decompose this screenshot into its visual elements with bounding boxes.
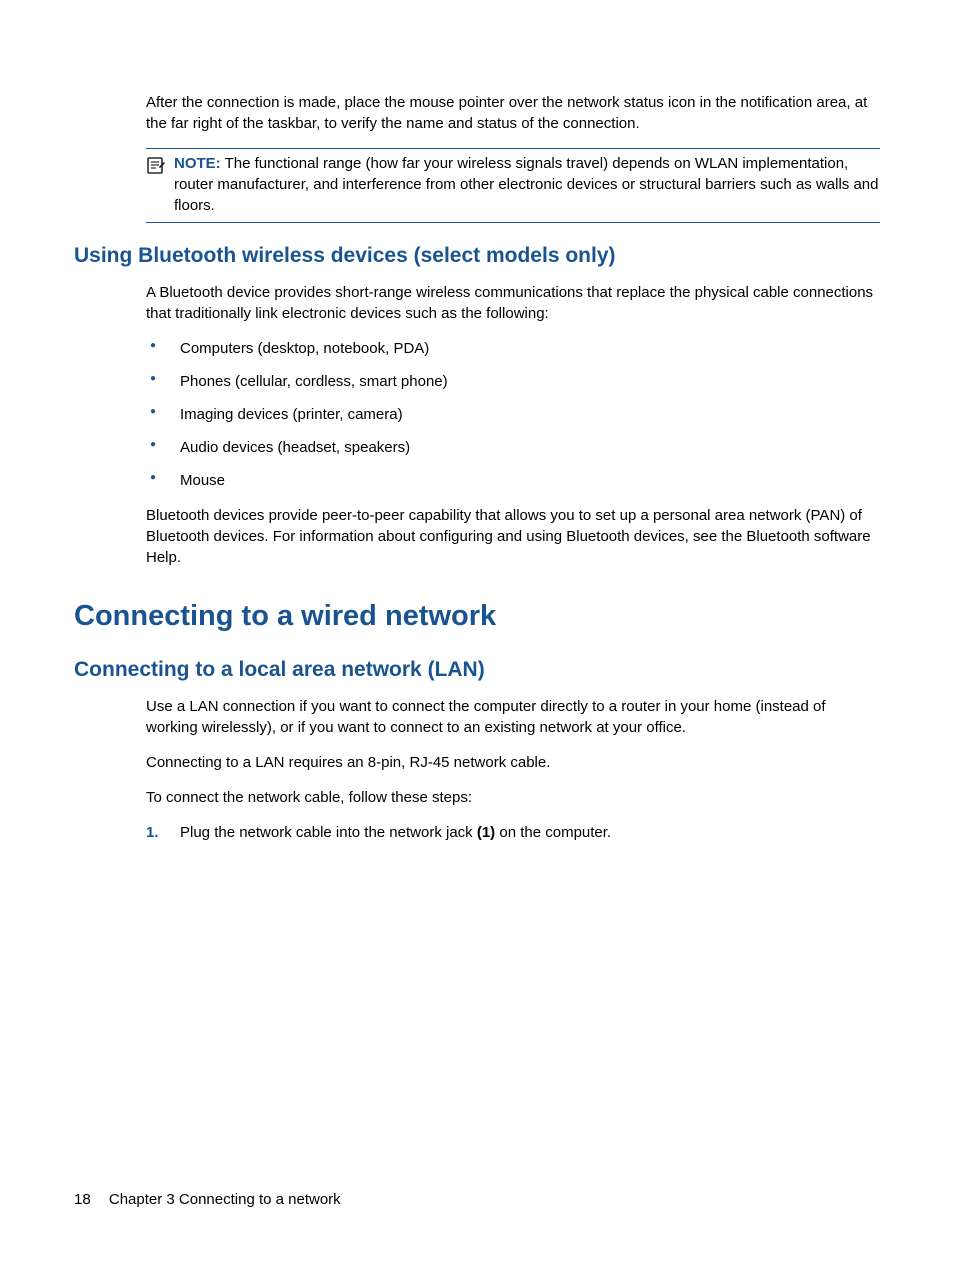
lan-heading: Connecting to a local area network (LAN) xyxy=(74,655,880,684)
list-item: Computers (desktop, notebook, PDA) xyxy=(146,338,880,359)
note-text: The functional range (how far your wirel… xyxy=(174,155,879,214)
page-number: 18 xyxy=(74,1191,91,1208)
intro-paragraph: After the connection is made, place the … xyxy=(146,92,880,134)
step-text-post: on the computer. xyxy=(495,824,611,841)
note-content: NOTE: The functional range (how far your… xyxy=(174,153,880,216)
note-box: NOTE: The functional range (how far your… xyxy=(146,148,880,223)
page-footer: 18 Chapter 3 Connecting to a network xyxy=(74,1189,341,1210)
note-icon xyxy=(146,155,168,181)
lan-para1: Use a LAN connection if you want to conn… xyxy=(146,696,880,738)
list-item: Mouse xyxy=(146,470,880,491)
list-item: Phones (cellular, cordless, smart phone) xyxy=(146,371,880,392)
note-label: NOTE: xyxy=(174,155,221,172)
list-item: Audio devices (headset, speakers) xyxy=(146,437,880,458)
lan-steps: 1. Plug the network cable into the netwo… xyxy=(146,822,880,843)
step-item: 1. Plug the network cable into the netwo… xyxy=(146,822,880,843)
bluetooth-list: Computers (desktop, notebook, PDA) Phone… xyxy=(146,338,880,491)
lan-para3: To connect the network cable, follow the… xyxy=(146,787,880,808)
step-text-bold: (1) xyxy=(477,824,495,841)
step-text-pre: Plug the network cable into the network … xyxy=(180,824,477,841)
bluetooth-para1: A Bluetooth device provides short-range … xyxy=(146,282,880,324)
step-number: 1. xyxy=(146,822,159,843)
chapter-title: Chapter 3 Connecting to a network xyxy=(109,1191,341,1208)
lan-para2: Connecting to a LAN requires an 8-pin, R… xyxy=(146,752,880,773)
bluetooth-para2: Bluetooth devices provide peer-to-peer c… xyxy=(146,505,880,568)
bluetooth-heading: Using Bluetooth wireless devices (select… xyxy=(74,241,880,270)
list-item: Imaging devices (printer, camera) xyxy=(146,404,880,425)
wired-heading: Connecting to a wired network xyxy=(74,596,880,637)
